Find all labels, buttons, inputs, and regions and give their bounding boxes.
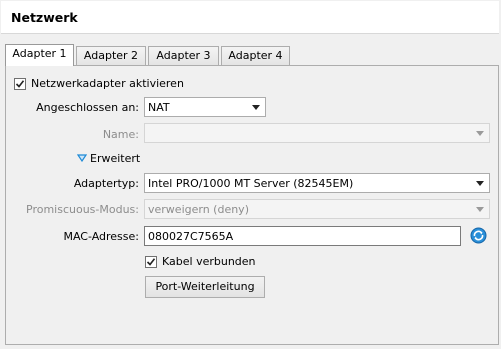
chevron-down-icon	[476, 131, 484, 136]
tab-adapter-1[interactable]: Adapter 1	[5, 44, 74, 66]
adapter-type-label: Adaptertyp:	[73, 177, 139, 190]
promiscuous-mode-select[interactable]: verweigern (deny)	[144, 199, 490, 219]
checkmark-icon	[15, 80, 25, 88]
attached-to-value: NAT	[148, 101, 170, 114]
adapter-type-select[interactable]: Intel PRO/1000 MT Server (82545EM)	[144, 173, 490, 193]
mac-address-label: MAC-Adresse:	[63, 230, 139, 243]
tab-label: Adapter 4	[228, 49, 283, 62]
port-forwarding-label: Port-Weiterleitung	[155, 280, 255, 293]
triangle-down-icon[interactable]	[77, 154, 87, 162]
chevron-down-icon	[476, 207, 484, 212]
promiscuous-mode-label: Promiscuous-Modus:	[26, 203, 139, 216]
section-title: Netzwerk	[11, 10, 78, 25]
advanced-toggle-label[interactable]: Erweitert	[90, 152, 140, 165]
name-label: Name:	[102, 128, 139, 141]
chevron-down-icon	[252, 105, 260, 110]
enable-adapter-checkbox[interactable]	[14, 78, 26, 90]
tab-adapter-2[interactable]: Adapter 2	[76, 46, 146, 65]
port-forwarding-button[interactable]: Port-Weiterleitung	[145, 276, 265, 298]
chevron-down-icon	[476, 181, 484, 186]
cable-connected-checkbox[interactable]	[145, 256, 157, 268]
attached-to-label: Angeschlossen an:	[36, 101, 139, 114]
promiscuous-mode-value: verweigern (deny)	[148, 203, 249, 216]
name-select[interactable]	[144, 123, 490, 143]
tab-label: Adapter 3	[156, 49, 211, 62]
mac-address-value: 080027C7565A	[148, 230, 234, 243]
refresh-icon[interactable]	[470, 227, 487, 244]
enable-adapter-label: Netzwerkadapter aktivieren	[31, 77, 184, 90]
tab-adapter-4[interactable]: Adapter 4	[221, 46, 290, 65]
checkmark-icon	[146, 258, 156, 266]
tab-label: Adapter 2	[83, 49, 139, 62]
adapter-type-value: Intel PRO/1000 MT Server (82545EM)	[148, 177, 354, 190]
tab-adapter-3[interactable]: Adapter 3	[148, 46, 219, 65]
section-header: Netzwerk	[1, 1, 499, 34]
tab-label: Adapter 1	[12, 47, 67, 60]
mac-address-input[interactable]: 080027C7565A	[144, 226, 461, 246]
cable-connected-label: Kabel verbunden	[162, 255, 256, 268]
attached-to-select[interactable]: NAT	[144, 97, 266, 117]
